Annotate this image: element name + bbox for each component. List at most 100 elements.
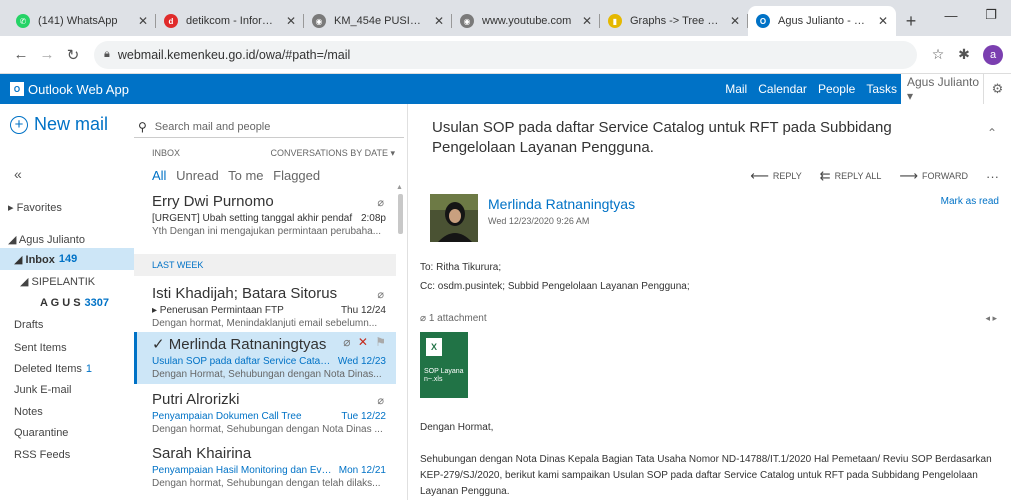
forward-button[interactable]: ⟶ FORWARD bbox=[899, 168, 968, 184]
forward-icon[interactable]: → bbox=[34, 46, 60, 63]
reading-pane: Usulan SOP pada daftar Service Catalog u… bbox=[408, 104, 1011, 500]
url-input[interactable]: 🔒︎ webmail.kemenkeu.go.id/owa/#path=/mai… bbox=[94, 40, 917, 69]
folder-label: RSS Feeds bbox=[14, 449, 71, 461]
sender-name[interactable]: Merlinda Ratnaningtyas bbox=[488, 196, 635, 212]
close-tab-icon[interactable]: ✕ bbox=[286, 14, 296, 28]
to-recipient[interactable]: Ritha Tikurura; bbox=[436, 262, 501, 273]
attachment-tile[interactable]: X SOP Layanan~.xls bbox=[420, 332, 468, 398]
list-item-selected[interactable]: ✓ Merlinda Ratnaningtyas ⌀ ✕ ⚑ Usulan SO… bbox=[134, 332, 396, 384]
message-preview: Dengan hormat, Menindaklanjuti email seb… bbox=[152, 318, 378, 329]
extensions-icon[interactable]: ✱ bbox=[951, 46, 977, 63]
nav-tasks[interactable]: Tasks bbox=[866, 82, 897, 96]
folder-item[interactable]: ◢ Inbox 149 bbox=[0, 248, 134, 270]
attachment-icon: ⌀ bbox=[377, 197, 384, 209]
collapse-pane-icon[interactable]: « bbox=[14, 166, 22, 182]
cc-recipients[interactable]: osdm.pusintek; Subbid Pengelolaan Layana… bbox=[438, 281, 690, 292]
folder-item[interactable]: Notes bbox=[0, 401, 134, 423]
close-tab-icon[interactable]: ✕ bbox=[878, 14, 888, 28]
folder-item[interactable]: ◢ SIPELANTIK bbox=[0, 270, 134, 292]
new-mail-label: New mail bbox=[34, 114, 109, 134]
mark-as-read-link[interactable]: Mark as read bbox=[941, 196, 999, 207]
owa-logo[interactable]: O Outlook Web App bbox=[0, 82, 129, 97]
scroll-up-icon[interactable]: ▲ bbox=[396, 184, 403, 191]
reply-all-button[interactable]: ⇇ REPLY ALL bbox=[820, 168, 882, 184]
bookmark-star-icon[interactable]: ☆ bbox=[925, 46, 951, 63]
reply-button[interactable]: ⟵ REPLY bbox=[750, 168, 802, 184]
tab-title: detikcom - Informasi Be bbox=[186, 15, 280, 27]
collapse-header-icon[interactable]: ⌃ bbox=[987, 126, 997, 140]
gear-icon[interactable]: ⚙ bbox=[983, 74, 1011, 104]
attachment-nav-icon[interactable]: ◂ ▸ bbox=[985, 313, 997, 324]
folder-label: ◢ Inbox bbox=[14, 253, 55, 266]
profile-avatar[interactable]: a bbox=[983, 44, 1003, 65]
folder-item[interactable]: ▸ Favorites bbox=[0, 196, 134, 218]
message-sender: Putri Alrorizki bbox=[152, 391, 240, 408]
tab-strip: ✆ (141) WhatsApp ✕ d detikcom - Informasi Be… bbox=[8, 6, 896, 36]
folder-item[interactable]: Quarantine bbox=[0, 422, 134, 444]
avatar-photo bbox=[430, 194, 478, 242]
folder-label: A G U S bbox=[40, 297, 81, 309]
nav-calendar[interactable]: Calendar bbox=[758, 82, 807, 96]
browser-tab[interactable]: ✆ (141) WhatsApp ✕ bbox=[8, 6, 156, 36]
flag-icon[interactable]: ⚑ bbox=[375, 335, 386, 349]
excel-icon: X bbox=[426, 338, 442, 356]
folder-item[interactable]: Sent Items bbox=[0, 337, 134, 359]
owa-nav: Mail Calendar People Tasks bbox=[714, 74, 897, 104]
folder-item[interactable]: ◢ Agus Julianto bbox=[0, 228, 134, 250]
cc-label: Cc: bbox=[420, 281, 435, 292]
url-text: webmail.kemenkeu.go.id/owa/#path=/mail bbox=[117, 47, 351, 62]
sent-date: Wed 12/23/2020 9:26 AM bbox=[488, 216, 590, 226]
close-tab-icon[interactable]: ✕ bbox=[138, 14, 148, 28]
filter-flagged[interactable]: Flagged bbox=[273, 168, 320, 183]
user-menu[interactable]: Agus Julianto ▾ bbox=[901, 74, 983, 104]
tab-title: (141) WhatsApp bbox=[38, 15, 118, 27]
reply-label: REPLY bbox=[772, 171, 802, 181]
back-icon[interactable]: ← bbox=[8, 46, 34, 63]
list-item[interactable]: Sarah Khairina Penyampaian Hasil Monitor… bbox=[134, 444, 396, 498]
filter-unread[interactable]: Unread bbox=[176, 168, 219, 183]
attachment-icon: ⌀ bbox=[377, 395, 384, 407]
message-subject: Penyampaian Dokumen Call Tree bbox=[152, 411, 302, 422]
folder-item[interactable]: RSS Feeds bbox=[0, 444, 134, 466]
folder-item[interactable]: Deleted Items 1 bbox=[0, 358, 134, 380]
paperclip-icon: ⌀ bbox=[420, 313, 427, 324]
folder-label: ◢ Agus Julianto bbox=[8, 233, 85, 246]
cc-line: Cc: osdm.pusintek; Subbid Pengelolaan La… bbox=[420, 281, 690, 292]
browser-tab[interactable]: d detikcom - Informasi Be ✕ bbox=[156, 6, 304, 36]
filter-all[interactable]: All bbox=[152, 168, 166, 183]
browser-tab[interactable]: ◉ KM_454e PUSINTEK LT ✕ bbox=[304, 6, 452, 36]
new-tab-button[interactable]: + bbox=[896, 6, 926, 36]
delete-icon[interactable]: ✕ bbox=[358, 335, 368, 349]
folder-item[interactable]: Drafts bbox=[0, 314, 134, 336]
close-tab-icon[interactable]: ✕ bbox=[582, 14, 592, 28]
browser-tab[interactable]: O Agus Julianto - Outlook ✕ bbox=[748, 6, 896, 36]
sort-dropdown[interactable]: CONVERSATIONS BY DATE ▾ bbox=[270, 148, 395, 159]
message-preview: Yth Dengan ini mengajukan permintaan per… bbox=[152, 226, 382, 237]
list-item[interactable]: Erry Dwi Purnomo ⌀ [URGENT] Ubah setting… bbox=[134, 192, 396, 250]
folder-count: 1 bbox=[85, 363, 92, 375]
nav-mail[interactable]: Mail bbox=[725, 82, 747, 96]
minimize-button[interactable]: — bbox=[931, 0, 971, 30]
close-tab-icon[interactable]: ✕ bbox=[434, 14, 444, 28]
forward-label: FORWARD bbox=[922, 171, 968, 181]
message-subject: Usulan SOP pada daftar Service Catalog u… bbox=[152, 356, 332, 367]
filter-to-me[interactable]: To me bbox=[228, 168, 263, 183]
message-sender: Erry Dwi Purnomo bbox=[152, 193, 274, 210]
folder-label: Deleted Items bbox=[14, 363, 82, 375]
browser-tab[interactable]: ▮ Graphs -> Tree Mode ✕ bbox=[600, 6, 748, 36]
browser-tab[interactable]: ◉ www.youtube.com ✕ bbox=[452, 6, 600, 36]
folder-item[interactable]: Junk E-mail bbox=[0, 379, 134, 401]
nav-people[interactable]: People bbox=[818, 82, 855, 96]
scrollbar[interactable] bbox=[398, 194, 403, 234]
folder-item[interactable]: A G U S 3307 bbox=[0, 292, 134, 314]
reload-icon[interactable]: ↻ bbox=[60, 46, 86, 64]
folder-label: Sent Items bbox=[14, 342, 67, 354]
message-subject-row: ▸ Penerusan Permintaan FTP Thu 12/24 bbox=[152, 304, 386, 317]
restore-button[interactable]: ❐ bbox=[971, 0, 1011, 30]
list-item[interactable]: Putri Alrorizki ⌀ Penyampaian Dokumen Ca… bbox=[134, 390, 396, 444]
close-tab-icon[interactable]: ✕ bbox=[730, 14, 740, 28]
search-input[interactable]: ⚲ Search mail and people bbox=[134, 116, 404, 138]
attachment-count: 1 attachment bbox=[428, 313, 487, 324]
more-actions-icon[interactable]: ··· bbox=[986, 169, 999, 184]
new-mail-button[interactable]: + New mail bbox=[10, 114, 108, 135]
